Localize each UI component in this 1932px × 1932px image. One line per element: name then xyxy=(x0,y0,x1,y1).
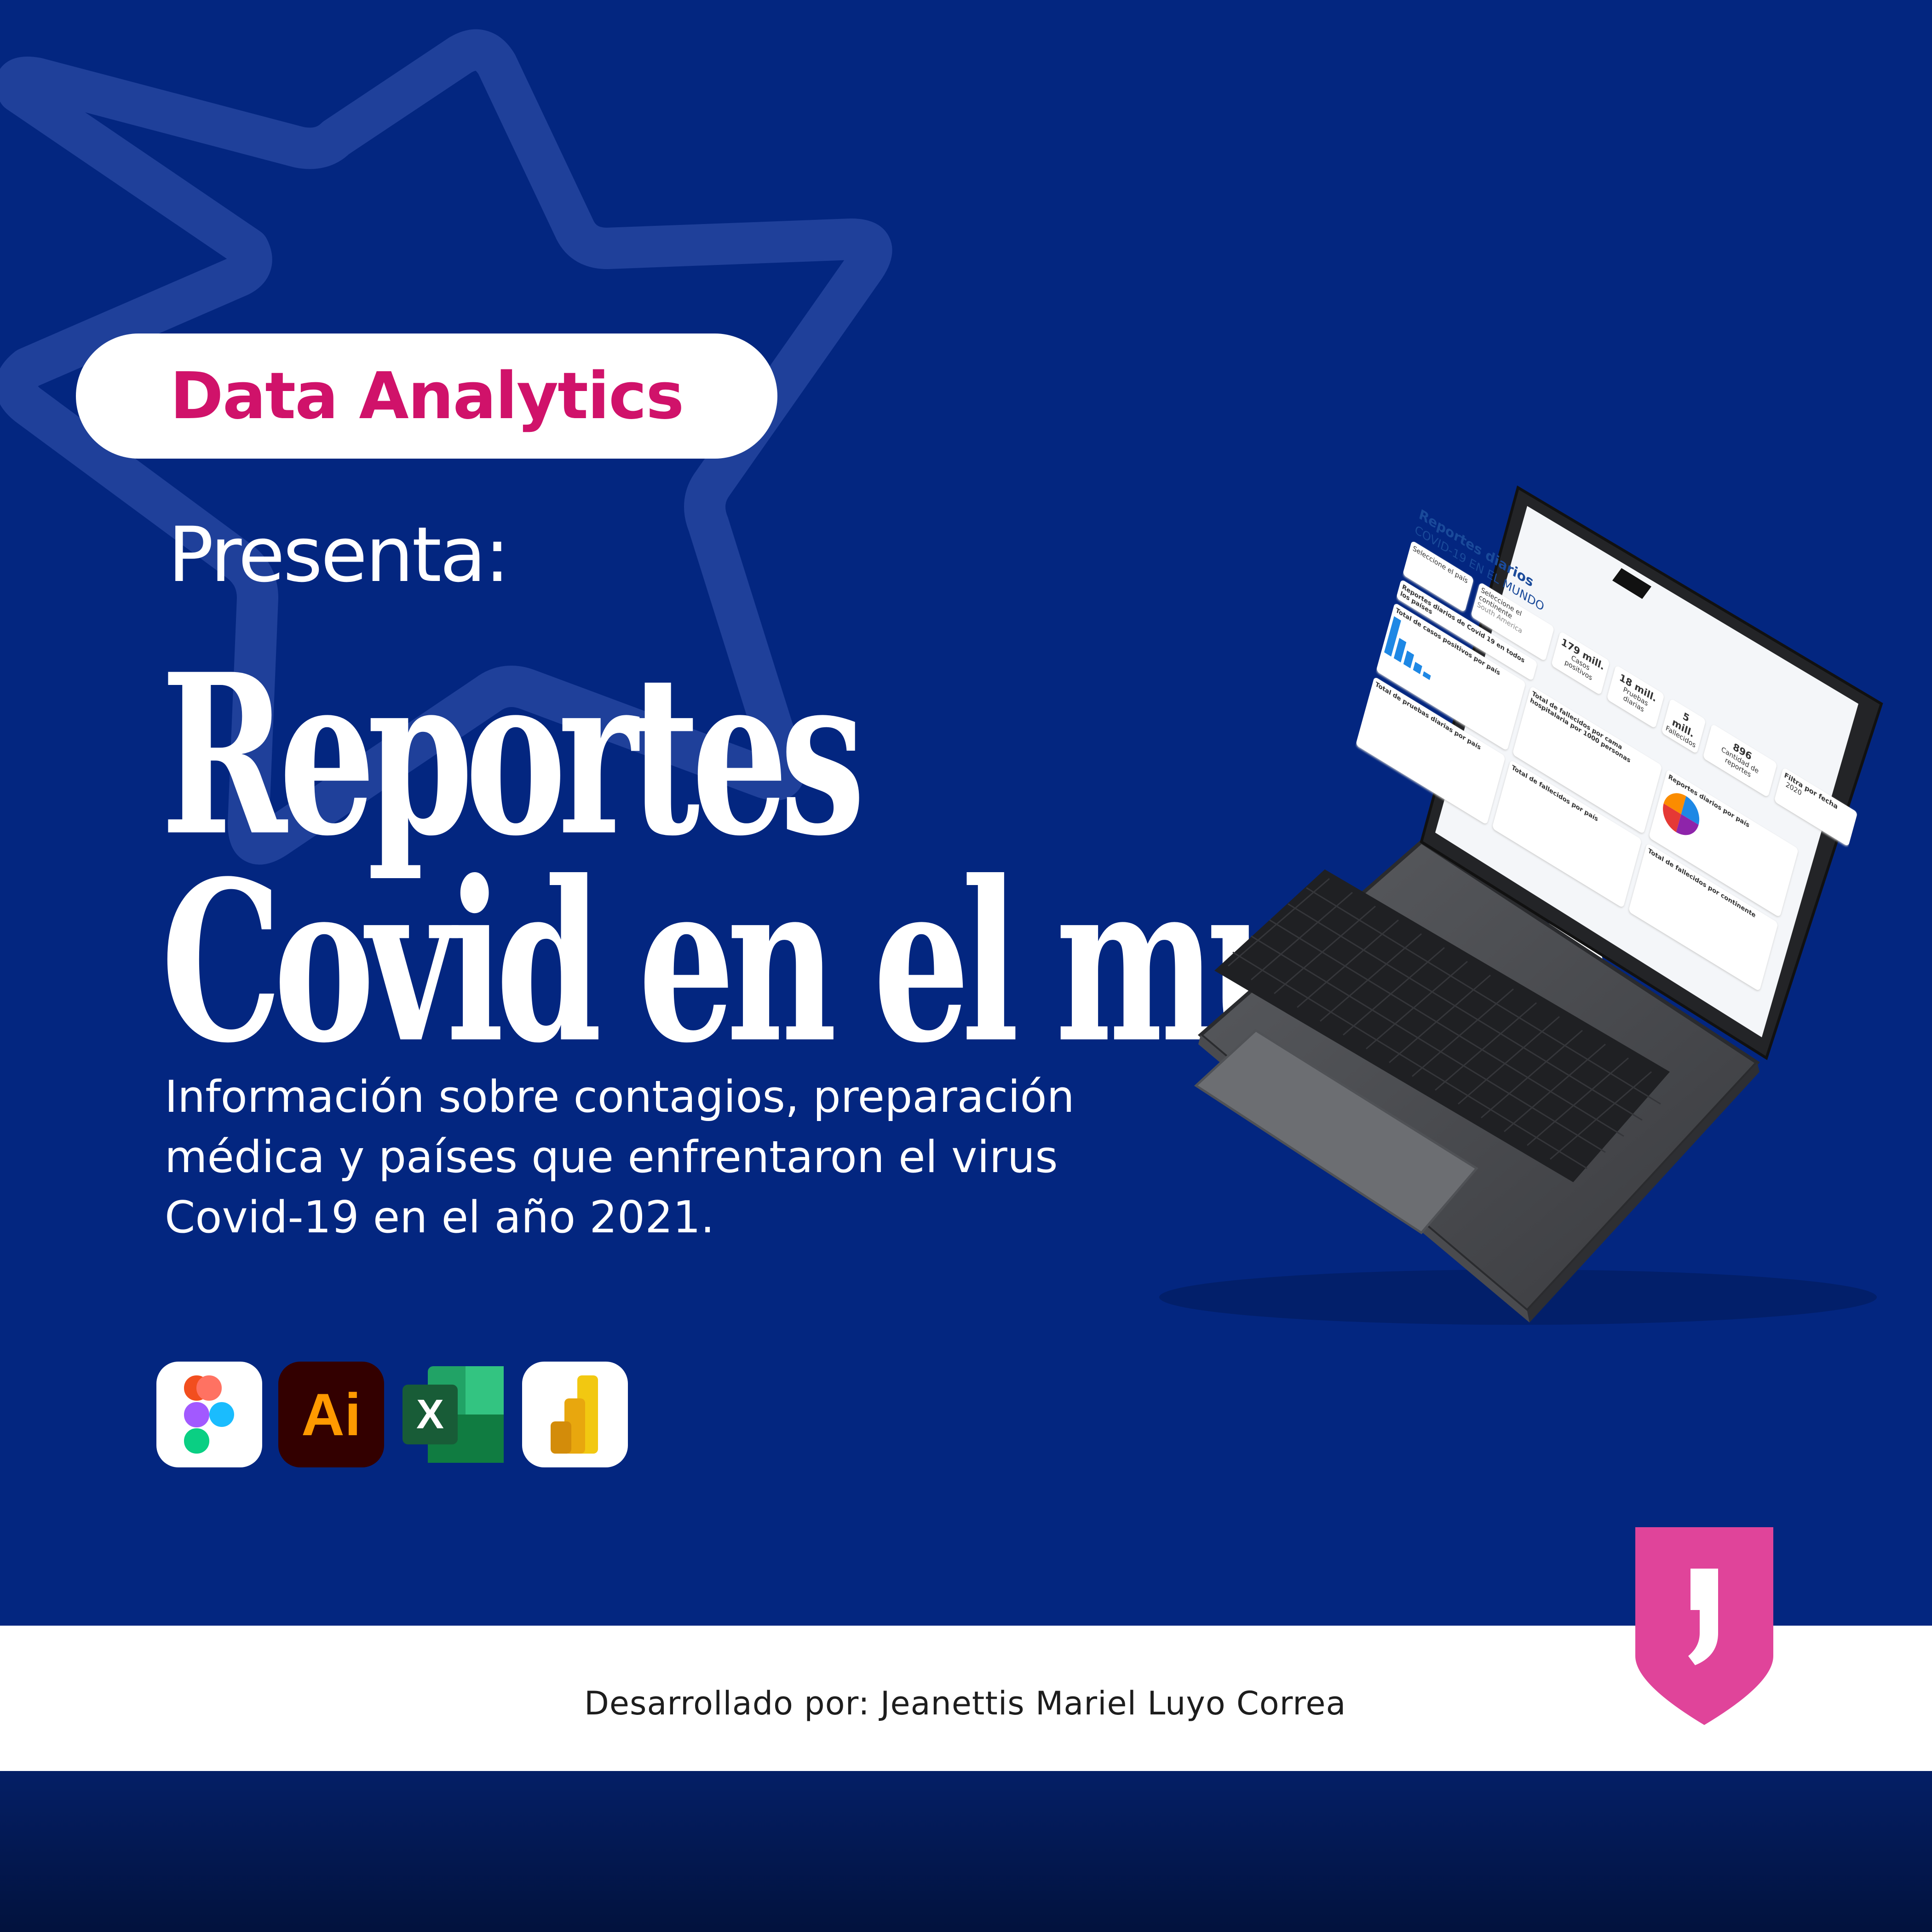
illustrator-icon: Ai xyxy=(278,1362,384,1467)
excel-icon: X xyxy=(400,1362,506,1467)
power-bi-icon xyxy=(522,1362,628,1467)
intro-text: Presenta: xyxy=(168,511,510,599)
excel-label: X xyxy=(416,1392,444,1438)
bottom-band xyxy=(0,1771,1932,1932)
data-analytics-badge: Data Analytics xyxy=(76,334,777,459)
badge-label: Data Analytics xyxy=(170,358,684,434)
tools-row: Ai X xyxy=(156,1362,628,1467)
illustrator-label: Ai xyxy=(301,1381,361,1448)
description-line: Información sobre contagios, preparación xyxy=(165,1072,1075,1122)
brand-shield-logo xyxy=(1635,1527,1773,1725)
footer-credit: Desarrollado por: Jeanettis Mariel Luyo … xyxy=(584,1685,1346,1722)
description-line: médica y países que enfrentaron el virus xyxy=(165,1132,1058,1183)
description: Información sobre contagios, preparación… xyxy=(165,1067,1131,1248)
figma-icon xyxy=(156,1362,262,1467)
description-line: Covid-19 en el año 2021. xyxy=(165,1192,715,1243)
